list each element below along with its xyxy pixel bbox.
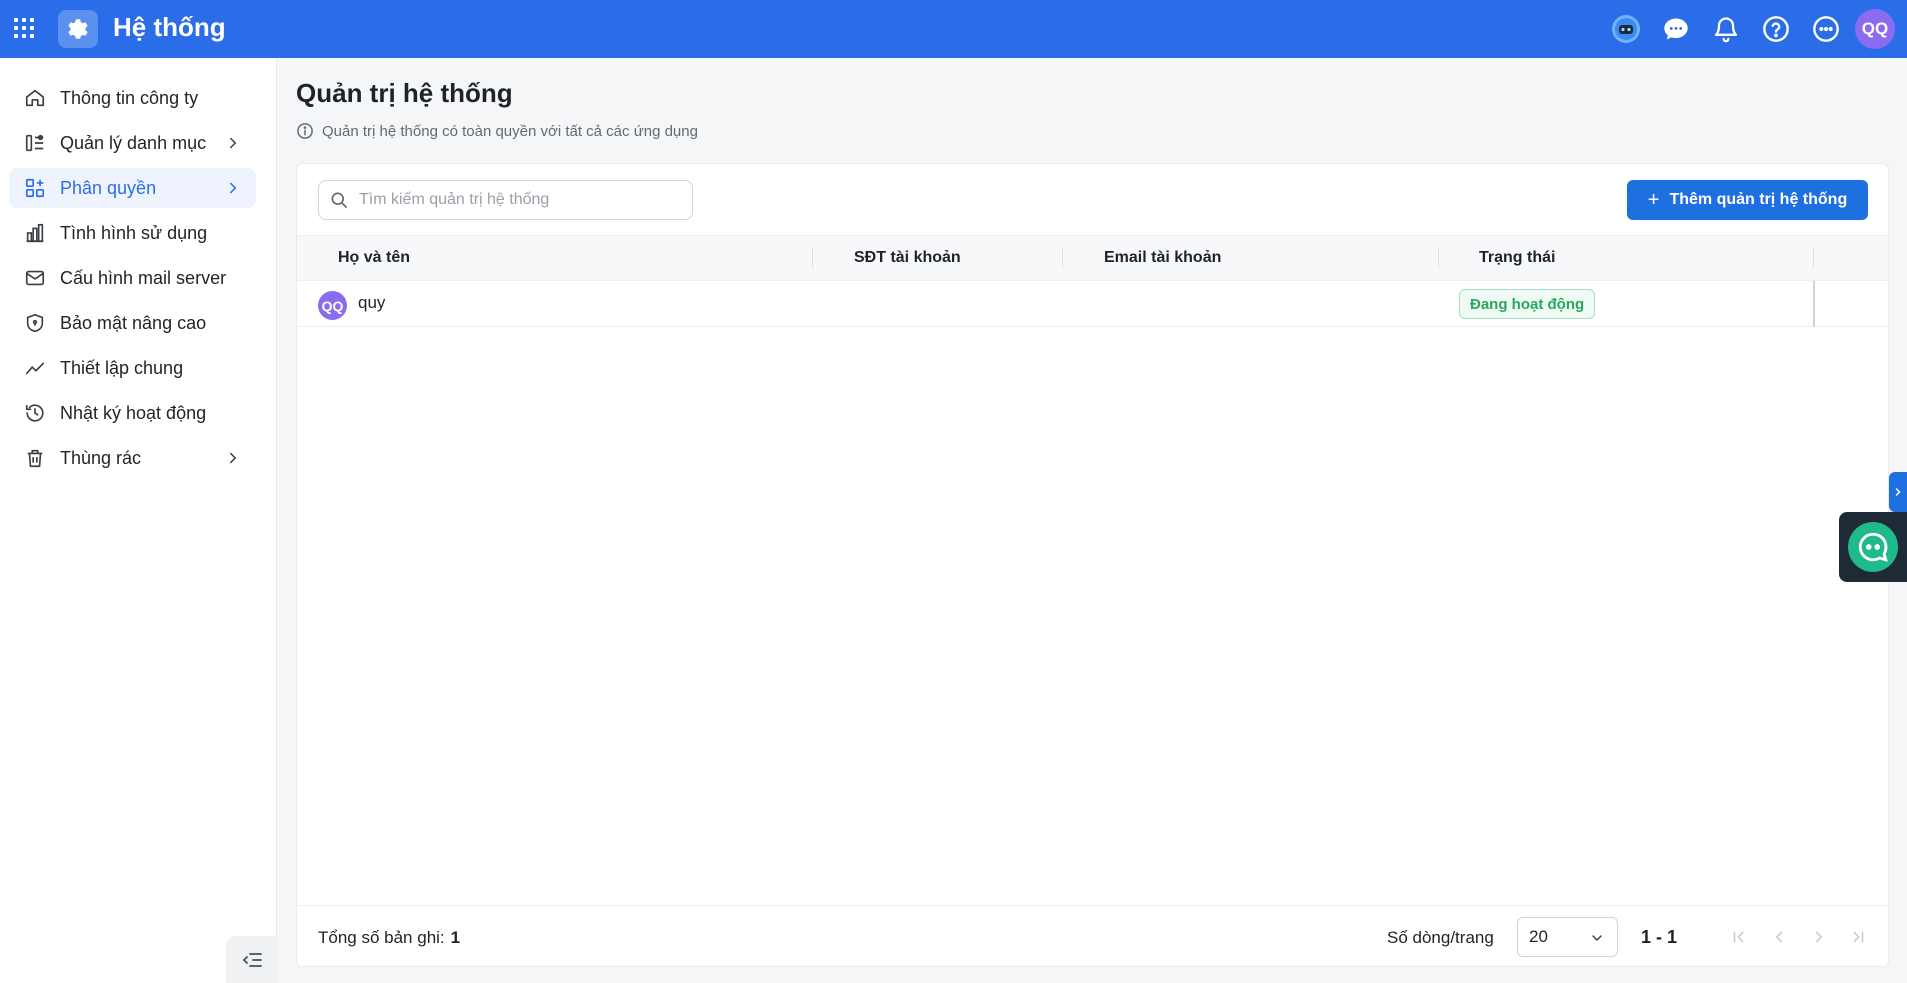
chevron-right-icon: [230, 137, 237, 149]
top-bar: Hệ thống QQ: [0, 0, 1907, 58]
apps-grid-icon[interactable]: [12, 16, 36, 40]
collapse-sidebar-button[interactable]: [226, 936, 278, 983]
chat-bot-icon: [1848, 522, 1898, 572]
column-header-name[interactable]: Họ và tên: [338, 236, 410, 280]
rows-per-page-select[interactable]: 20: [1517, 917, 1618, 957]
search-box[interactable]: [318, 180, 693, 220]
search-icon: [331, 192, 347, 208]
sidebar-item-permission[interactable]: Phân quyền: [9, 168, 256, 208]
bar-chart-icon: [24, 222, 46, 244]
mail-icon: [24, 267, 46, 289]
collapse-left-icon: [242, 953, 262, 967]
sidebar-item-category[interactable]: Quản lý danh mục: [9, 123, 256, 163]
status-badge: Đang hoạt động: [1459, 289, 1596, 319]
chevron-down-icon: [1592, 935, 1602, 942]
total-records-value: 1: [450, 928, 461, 947]
top-right-toolbar: QQ: [1593, 0, 1907, 58]
table-header: Họ và tên SĐT tài khoản Email tài khoản …: [297, 235, 1888, 281]
sidebar-item-trash[interactable]: Thùng rác: [9, 438, 256, 478]
trend-icon: [24, 357, 46, 379]
permission-icon: [24, 177, 46, 199]
sidebar-item-label: Nhật ký hoạt động: [60, 402, 207, 423]
sidebar-item-mail-server[interactable]: Cấu hình mail server: [9, 258, 256, 298]
column-resize-handle[interactable]: [1062, 248, 1063, 268]
bell-icon[interactable]: [1709, 12, 1743, 46]
help-icon[interactable]: [1759, 12, 1793, 46]
plus-icon: +: [1647, 189, 1660, 211]
page-description: Quản trị hệ thống có toàn quyền với tất …: [296, 122, 698, 140]
sidebar-item-activity-log[interactable]: Nhật ký hoạt động: [9, 393, 256, 433]
prev-page-button[interactable]: [1766, 924, 1792, 950]
add-admin-button[interactable]: + Thêm quản trị hệ thống: [1627, 180, 1868, 220]
more-icon[interactable]: [1809, 12, 1843, 46]
sidebar-item-label: Quản lý danh mục: [60, 132, 207, 153]
sidebar-item-security[interactable]: Bảo mật nâng cao: [9, 303, 256, 343]
sidebar-item-label: Bảo mật nâng cao: [60, 312, 207, 333]
total-records-label: Tổng số bản ghi:: [318, 928, 445, 947]
side-panel-toggle[interactable]: [1889, 472, 1907, 512]
description-text: Quản trị hệ thống có toàn quyền với tất …: [322, 122, 698, 140]
cell-name: quy: [358, 293, 386, 312]
total-records: Tổng số bản ghi: 1: [318, 928, 460, 948]
sidebar-item-label: Phân quyền: [60, 177, 157, 198]
sidebar-item-label: Thùng rác: [60, 447, 142, 468]
chat-icon[interactable]: [1659, 12, 1693, 46]
next-page-button[interactable]: [1806, 924, 1832, 950]
row-divider: [1813, 281, 1815, 327]
chevron-right-icon: [1895, 488, 1901, 496]
first-page-button[interactable]: [1726, 924, 1752, 950]
sidebar: Thông tin công ty Quản lý danh mục Phân …: [0, 58, 277, 983]
search-input[interactable]: [359, 191, 679, 209]
chevron-left-icon: [1775, 931, 1782, 943]
history-icon: [24, 402, 46, 424]
page-title: Quản trị hệ thống: [296, 78, 513, 108]
sidebar-nav: Thông tin công ty Quản lý danh mục Phân …: [0, 58, 276, 478]
page-range: 1 - 1: [1641, 927, 1678, 947]
column-header-phone[interactable]: SĐT tài khoản: [854, 236, 961, 280]
chevron-right-icon: [230, 452, 237, 464]
table-row[interactable]: QQ quy Đang hoạt động: [297, 281, 1888, 327]
home-icon: [24, 87, 46, 109]
column-header-email[interactable]: Email tài khoản: [1104, 236, 1221, 280]
chevron-right-icon: [230, 182, 237, 194]
sidebar-item-label: Thiết lập chung: [60, 357, 184, 378]
table-footer: Tổng số bản ghi: 1 Số dòng/trang 20 1 - 1: [297, 905, 1888, 966]
sidebar-item-usage[interactable]: Tình hình sử dụng: [9, 213, 256, 253]
chevron-right-icon: [1816, 931, 1823, 943]
last-page-icon: [1853, 931, 1864, 943]
user-avatar[interactable]: QQ: [1855, 9, 1895, 49]
robot-icon[interactable]: [1609, 12, 1643, 46]
info-icon: [297, 123, 313, 139]
column-resize-handle[interactable]: [1813, 248, 1814, 268]
rows-per-page-label: Số dòng/trang: [1387, 928, 1494, 947]
rows-per-page-value: 20: [1529, 927, 1548, 946]
column-resize-handle[interactable]: [812, 248, 813, 268]
avatar: QQ: [318, 291, 347, 320]
sidebar-item-general-settings[interactable]: Thiết lập chung: [9, 348, 256, 388]
sidebar-item-label: Tình hình sử dụng: [60, 222, 208, 243]
add-admin-button-label: Thêm quản trị hệ thống: [1669, 191, 1848, 208]
sidebar-item-label: Thông tin công ty: [60, 87, 199, 108]
trash-icon: [24, 447, 46, 469]
chat-widget-button[interactable]: [1839, 512, 1907, 582]
sidebar-item-company-info[interactable]: Thông tin công ty: [9, 78, 256, 118]
last-page-button[interactable]: [1845, 924, 1871, 950]
sidebar-item-label: Cấu hình mail server: [60, 267, 227, 288]
app-title: Hệ thống: [113, 12, 226, 42]
shield-icon: [24, 312, 46, 334]
column-resize-handle[interactable]: [1438, 248, 1439, 268]
category-icon: [24, 132, 46, 154]
first-page-icon: [1733, 931, 1744, 943]
column-header-status[interactable]: Trạng thái: [1479, 236, 1555, 280]
admin-table-card: + Thêm quản trị hệ thống Họ và tên SĐT t…: [296, 163, 1889, 967]
gear-icon: [58, 10, 98, 48]
